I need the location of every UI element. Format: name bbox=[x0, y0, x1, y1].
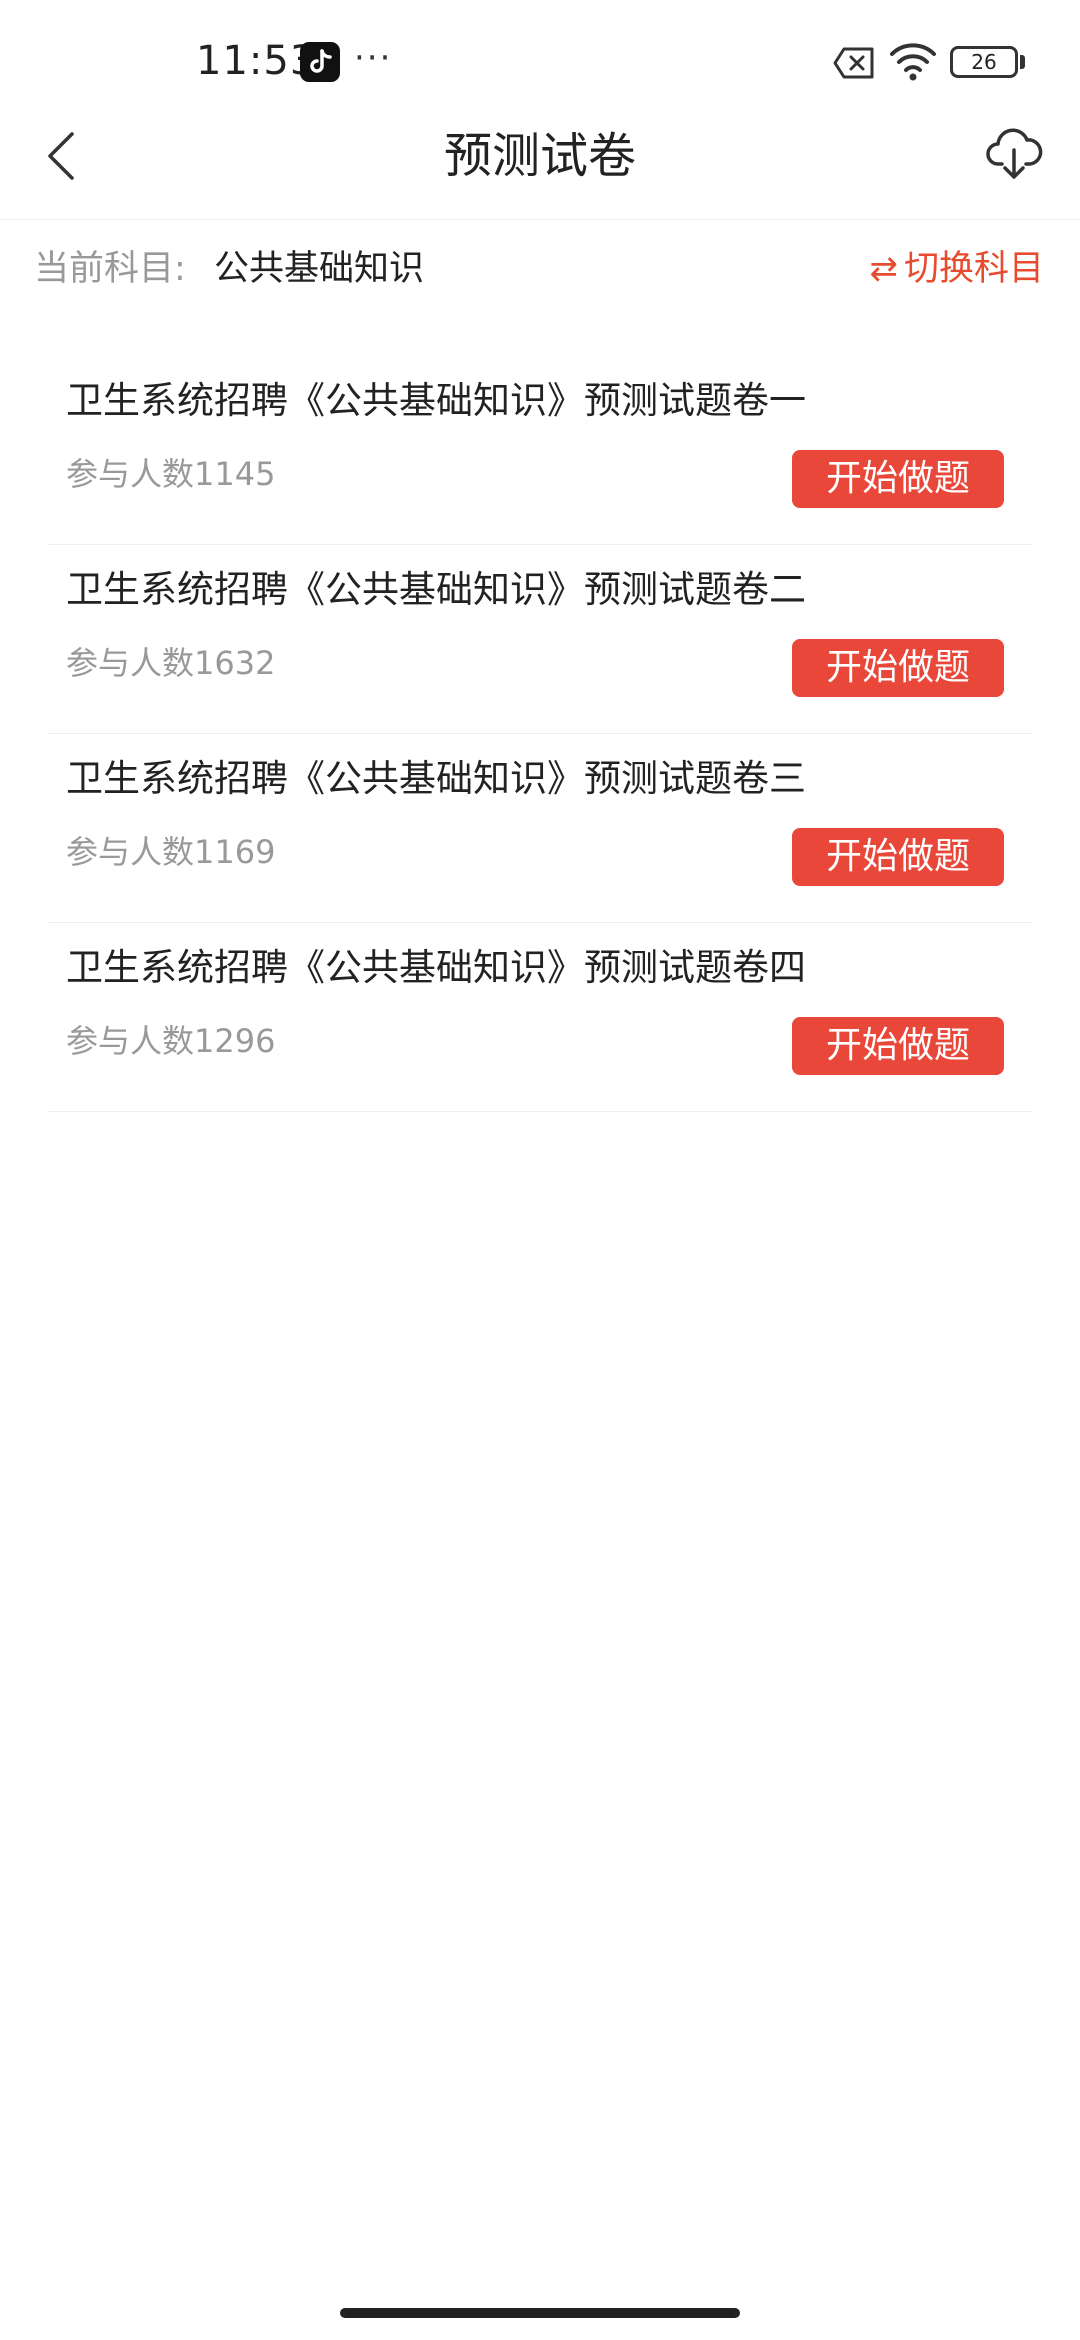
subject-label: 当前科目: bbox=[34, 249, 186, 289]
exam-participants: 参与人数1169 bbox=[66, 833, 276, 871]
cloud-download-icon bbox=[986, 128, 1043, 179]
switch-subject-button[interactable]: ⇄ 切换科目 bbox=[869, 244, 1044, 294]
exam-list: 卫生系统招聘《公共基础知识》预测试题卷一 参与人数1145 开始做题 卫生系统招… bbox=[48, 356, 1032, 1112]
start-exam-button[interactable]: 开始做题 bbox=[792, 639, 1004, 697]
more-notifications-icon: ··· bbox=[354, 38, 393, 78]
exam-title: 卫生系统招聘《公共基础知识》预测试题卷一 bbox=[66, 379, 806, 422]
tiktok-icon bbox=[300, 42, 340, 82]
exam-item[interactable]: 卫生系统招聘《公共基础知识》预测试题卷二 参与人数1632 开始做题 bbox=[48, 545, 1032, 734]
download-button[interactable] bbox=[984, 124, 1044, 184]
exam-participants: 参与人数1296 bbox=[66, 1022, 276, 1060]
start-exam-button[interactable]: 开始做题 bbox=[792, 828, 1004, 886]
exam-participants: 参与人数1632 bbox=[66, 644, 276, 682]
header: 预测试卷 bbox=[0, 100, 1080, 220]
subject-value: 公共基础知识 bbox=[214, 249, 425, 289]
status-time: 11:53 bbox=[196, 38, 317, 84]
exam-title: 卫生系统招聘《公共基础知识》预测试题卷三 bbox=[66, 757, 806, 800]
start-exam-button[interactable]: 开始做题 bbox=[792, 450, 1004, 508]
switch-arrows-icon: ⇄ bbox=[869, 249, 898, 289]
exam-title: 卫生系统招聘《公共基础知识》预测试题卷二 bbox=[66, 568, 806, 611]
battery-icon: 26 bbox=[950, 46, 1018, 78]
page: 11:53 ··· 26 预测试卷 当前科目: 公共基础知识 ⇄ 切换科目 卫生… bbox=[0, 0, 1080, 2340]
switch-subject-label: 切换科目 bbox=[903, 249, 1044, 289]
exam-participants: 参与人数1145 bbox=[66, 455, 276, 493]
page-title: 预测试卷 bbox=[443, 128, 636, 184]
sim-icon bbox=[832, 46, 876, 80]
exam-item[interactable]: 卫生系统招聘《公共基础知识》预测试题卷三 参与人数1169 开始做题 bbox=[48, 734, 1032, 923]
wifi-icon bbox=[888, 40, 938, 82]
exam-item[interactable]: 卫生系统招聘《公共基础知识》预测试题卷四 参与人数1296 开始做题 bbox=[48, 923, 1032, 1112]
exam-title: 卫生系统招聘《公共基础知识》预测试题卷四 bbox=[66, 946, 806, 989]
start-exam-button[interactable]: 开始做题 bbox=[792, 1017, 1004, 1075]
exam-item[interactable]: 卫生系统招聘《公共基础知识》预测试题卷一 参与人数1145 开始做题 bbox=[48, 356, 1032, 545]
home-indicator[interactable] bbox=[340, 2308, 740, 2318]
subject-bar: 当前科目: 公共基础知识 ⇄ 切换科目 bbox=[0, 236, 1080, 306]
battery-cap bbox=[1020, 55, 1025, 69]
